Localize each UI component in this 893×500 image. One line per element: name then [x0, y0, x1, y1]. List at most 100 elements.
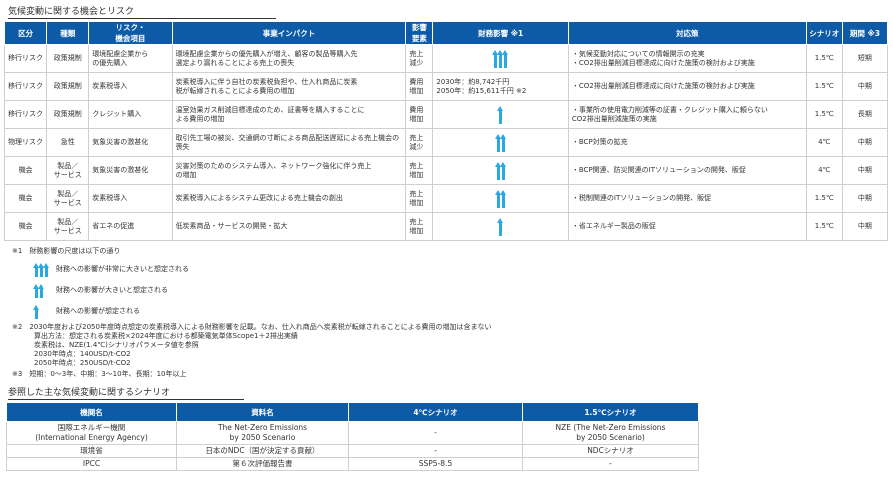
finance-impact-arrows [492, 46, 509, 68]
table-row: 国際エネルギー機関 (International Energy Agency) Th… [6, 421, 699, 445]
cell-impact: 低炭素商品・サービスの開発・拡大 [171, 212, 407, 241]
cell-category: 移行リスク [3, 100, 48, 129]
cell-scenario: 1.5℃ [805, 184, 843, 213]
cell-scenario: 4℃ [805, 156, 843, 185]
legend-text: 財務への影響が非常に大きいと想定される [56, 264, 189, 273]
risk-header-8: 期間 ※3 [841, 21, 889, 45]
up-arrow-icon [494, 162, 501, 180]
up-arrow-icon [497, 218, 504, 236]
cell-item: 炭素税導入 [88, 184, 173, 213]
cell-measures: ・CO2排出量削減目標達成に向けた施策の検討および実施 [567, 72, 807, 101]
finance-impact-arrows [497, 102, 504, 124]
finance-impact-arrows [497, 214, 504, 236]
risk-table-header: 区分 種類 リスク・ 機会項目 事業インパクト 影響 要素 財務影響 ※1 対応策 シナリオ 期間 … [3, 21, 889, 45]
scenario-cell: - [522, 457, 699, 471]
note-2-line: 2050年時点：250USD/t-CO2 [34, 359, 131, 367]
risk-header-6: 対応策 [567, 21, 807, 45]
table-row: 機会 製品／ サービス 気象災害の激甚化 災害対策のためのシステム導入、ネットワーク強化… [3, 156, 889, 185]
table-row: 移行リスク 政策規制 炭素税導入 炭素税導入に伴う自社の炭素税負担や、仕入れ商品に炭素… [3, 72, 889, 101]
table-row: IPCC 第６次評価報告書 SSP5-8.5- [6, 457, 699, 471]
note-1: ※1 財務影響の尺度は以下の通り [12, 247, 121, 255]
cell-impact: 環境配慮企業からの優先購入が増え、顧客の製品等購入先 選定より漏れることによる売上… [171, 44, 407, 73]
cell-element: 費用 増加 [405, 72, 434, 101]
cell-period: 中期 [841, 184, 889, 213]
up-arrow-icon [33, 284, 39, 298]
cell-finance [432, 44, 569, 73]
risk-header-1: 種類 [46, 21, 90, 45]
scenario-table-header: 機関名 資料名 4℃シナリオ 1.5℃シナリオ [6, 402, 699, 422]
risk-header-3: 事業インパクト [171, 21, 407, 45]
scenario-cell: 環境省 [6, 444, 177, 458]
legend-item: 財務への影響が非常に大きいと想定される [33, 261, 889, 277]
cell-period: 短期 [841, 44, 889, 73]
legend-text: 財務への影響が想定される [56, 306, 140, 315]
cell-measures: ・BCP関連、防災関連のITソリューションの開発、販促 [567, 156, 807, 185]
risk-header-5: 財務影響 ※1 [432, 21, 569, 45]
cell-item: 環境配慮企業から の優先購入 [88, 44, 173, 73]
scenario-cell: 第６次評価報告書 [176, 457, 349, 471]
cell-element: 売上 増加 [405, 212, 434, 241]
risk-table: 区分 種類 リスク・ 機会項目 事業インパクト 影響 要素 財務影響 ※1 対応策 シナリオ 期間 … [3, 21, 889, 241]
cell-element: 売上 増加 [405, 184, 434, 213]
cell-measures: ・気候変動対応についての情報開示の充実 ・CO2排出量削減目標達成に向けた施策の検… [567, 44, 807, 73]
finance-impact-arrows [494, 130, 506, 152]
up-arrow-icon [33, 263, 39, 277]
up-arrow-icon [33, 305, 39, 319]
note-2-line: 2030年時点：140USD/t-CO2 [34, 350, 131, 358]
table-row: 機会 製品／ サービス 炭素税導入 炭素税導入によるシステム更改による売上機会の創出 売上… [3, 184, 889, 213]
scenario-cell: - [348, 421, 523, 445]
up-arrow-icon [494, 190, 501, 208]
cell-impact: 炭素税導入によるシステム更改による売上機会の創出 [171, 184, 407, 213]
cell-type: 政策規制 [46, 100, 90, 129]
cell-finance [432, 156, 569, 185]
up-arrow-icon [43, 263, 49, 277]
cell-period: 長期 [841, 100, 889, 129]
scenario-cell: - [348, 444, 523, 458]
risk-header-2: リスク・ 機会項目 [88, 21, 173, 45]
scenario-cell: IPCC [6, 457, 177, 471]
note-2-line: ※2 2030年度および2050年度時点想定の炭素税導入による財務影響を記載。な… [12, 323, 492, 331]
cell-measures: ・事業所の使用電力削減等の証書・クレジット購入に頼らない CO2排出量削減施策の実… [567, 100, 807, 129]
cell-impact: 災害対策のためのシステム導入、ネットワーク強化に伴う売上 の増加 [171, 156, 407, 185]
cell-type: 製品／ サービス [46, 156, 90, 185]
note-2-line: 炭素税は、NZE(1.4℃)シナリオパラメータ値を参照 [34, 341, 199, 349]
cell-measures: ・税制関連のITソリューションの開発、販促 [567, 184, 807, 213]
cell-item: 気象災害の激甚化 [88, 156, 173, 185]
legend-item: 財務への影響が想定される [33, 303, 889, 319]
section-title-risks: 気候変動に関する機会とリスク [8, 7, 135, 17]
cell-finance [432, 184, 569, 213]
cell-period: 中期 [841, 72, 889, 101]
cell-scenario: 1.5℃ [805, 212, 843, 241]
cell-impact: 取引先工場の被災、交通網の寸断による商品配送遅延による売上機会の喪失 [171, 128, 407, 157]
finance-impact-arrows [494, 158, 506, 180]
cell-item: 省エネの促進 [88, 212, 173, 241]
cell-type: 政策規制 [46, 72, 90, 101]
cell-finance [432, 128, 569, 157]
cell-period: 中期 [841, 156, 889, 185]
table-row: 物理リスク 急性 気象災害の激甚化 取引先工場の被災、交通網の寸断による商品配送遅延に… [3, 128, 889, 157]
note-2: ※2 2030年度および2050年度時点想定の炭素税導入による財務影響を記載。な… [12, 323, 889, 368]
up-arrow-icon [492, 50, 499, 68]
title-underline [8, 18, 276, 19]
cell-element: 費用 増加 [405, 100, 434, 129]
note-3: ※3 短期：0～3年、中期：3～10年、長期：10年以上 [12, 370, 187, 378]
scenario-header-3: 1.5℃シナリオ [522, 402, 699, 422]
cell-category: 機会 [3, 212, 48, 241]
up-arrow-icon [499, 162, 506, 180]
scenario-header-0: 機関名 [6, 402, 177, 422]
up-arrow-icon [499, 190, 506, 208]
title-underline-2 [8, 399, 244, 400]
cell-type: 製品／ サービス [46, 184, 90, 213]
notes: ※1 財務影響の尺度は以下の通り 財務への影響が非常に大きいと想定される 財務への… [12, 247, 889, 379]
scenario-cell: NDCシナリオ [522, 444, 699, 458]
finance-impact-arrows [33, 261, 56, 277]
section-title-scenarios: 参照した主な気候変動に関するシナリオ [8, 388, 171, 398]
scenario-cell: SSP5-8.5 [348, 457, 523, 471]
cell-scenario: 4℃ [805, 128, 843, 157]
cell-category: 移行リスク [3, 72, 48, 101]
up-arrow-icon [494, 134, 501, 152]
finance-impact-arrows [33, 303, 56, 319]
table-row: 環境省 日本のNDC（国が決定する貢献） - NDCシナリオ [6, 444, 699, 458]
risk-header-4: 影響 要素 [405, 21, 434, 45]
cell-period: 中期 [841, 212, 889, 241]
